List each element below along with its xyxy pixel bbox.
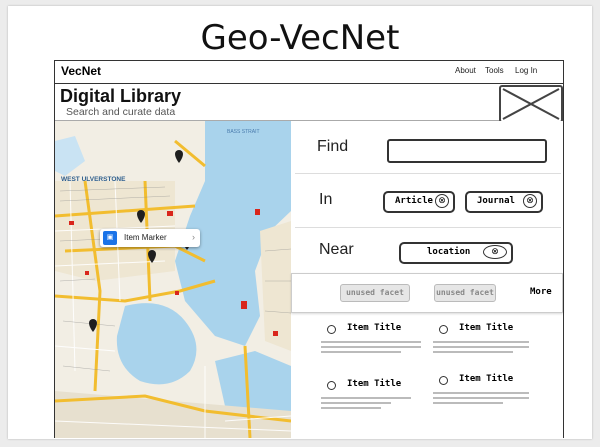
text-line <box>321 346 421 348</box>
near-label: Near <box>319 241 354 258</box>
item-marker-label: Item Marker <box>124 233 167 242</box>
car-icon: ▣ <box>103 231 117 245</box>
divider <box>295 227 561 228</box>
chip-article-label: Article <box>395 196 433 206</box>
chip-location[interactable]: location ⊗ <box>399 242 513 264</box>
result-title[interactable]: Item Title <box>347 379 401 389</box>
result-item[interactable]: Item Title <box>433 323 551 365</box>
text-line <box>433 351 513 353</box>
result-radio[interactable] <box>327 325 336 334</box>
map-view[interactable]: WEST ULVERSTONE BASS STRAIT ▣ Item Marke… <box>55 121 291 438</box>
facet-button[interactable]: unused facet <box>434 284 496 302</box>
text-line <box>433 397 529 399</box>
text-line <box>433 402 503 404</box>
nav-tools[interactable]: Tools <box>485 66 504 75</box>
text-line <box>321 341 421 343</box>
chip-journal[interactable]: Journal ⊗ <box>465 191 543 213</box>
text-line <box>433 392 529 394</box>
nav-login[interactable]: Log In <box>515 66 537 75</box>
text-line <box>433 346 529 348</box>
top-navbar: VecNet About Tools Log In <box>55 61 563 84</box>
result-radio[interactable] <box>439 325 448 334</box>
result-radio[interactable] <box>327 381 336 390</box>
remove-journal-icon[interactable]: ⊗ <box>523 194 537 208</box>
map-canvas[interactable]: WEST ULVERSTONE BASS STRAIT <box>55 121 291 438</box>
in-label: In <box>319 191 333 208</box>
result-title[interactable]: Item Title <box>459 374 513 384</box>
image-placeholder <box>499 85 563 123</box>
result-item[interactable]: Item Title <box>321 323 439 365</box>
find-input[interactable] <box>387 139 547 163</box>
chevron-right-icon[interactable]: › <box>192 232 195 242</box>
result-title[interactable]: Item Title <box>347 323 401 333</box>
result-item[interactable]: Item Title <box>321 379 439 421</box>
search-panel: Find In Article ⊗ Journal ⊗ Near locatio… <box>291 121 563 438</box>
text-line <box>321 407 381 409</box>
result-item[interactable]: Item Title <box>433 374 551 416</box>
text-line <box>321 397 411 399</box>
divider <box>295 173 561 174</box>
facet-bar: unused facet unused facet More <box>291 273 563 313</box>
map-label-west-ulverstone: WEST ULVERSTONE <box>61 176 126 183</box>
brand-logo[interactable]: VecNet <box>61 64 101 78</box>
remove-article-icon[interactable]: ⊗ <box>435 194 449 208</box>
nav-about[interactable]: About <box>455 66 476 75</box>
result-radio[interactable] <box>439 376 448 385</box>
text-line <box>433 341 529 343</box>
slide-title: Geo-VecNet <box>200 18 400 58</box>
browser-mockup: VecNet About Tools Log In Digital Librar… <box>54 60 564 438</box>
find-label: Find <box>317 138 349 155</box>
chip-location-label: location <box>427 247 471 257</box>
text-line <box>321 402 391 404</box>
more-facets-link[interactable]: More <box>530 287 552 297</box>
remove-location-icon[interactable]: ⊗ <box>483 245 507 259</box>
result-title[interactable]: Item Title <box>459 323 513 333</box>
chip-journal-label: Journal <box>477 196 515 206</box>
item-marker-popup[interactable]: ▣ Item Marker › <box>100 229 200 247</box>
page-subtitle: Search and curate data <box>66 106 176 118</box>
page-header: Digital Library Search and curate data <box>55 84 563 121</box>
page-title: Digital Library <box>60 86 182 106</box>
map-label-bass-strait: BASS STRAIT <box>227 129 260 135</box>
chip-article[interactable]: Article ⊗ <box>383 191 455 213</box>
facet-button[interactable]: unused facet <box>340 284 410 302</box>
text-line <box>321 351 401 353</box>
